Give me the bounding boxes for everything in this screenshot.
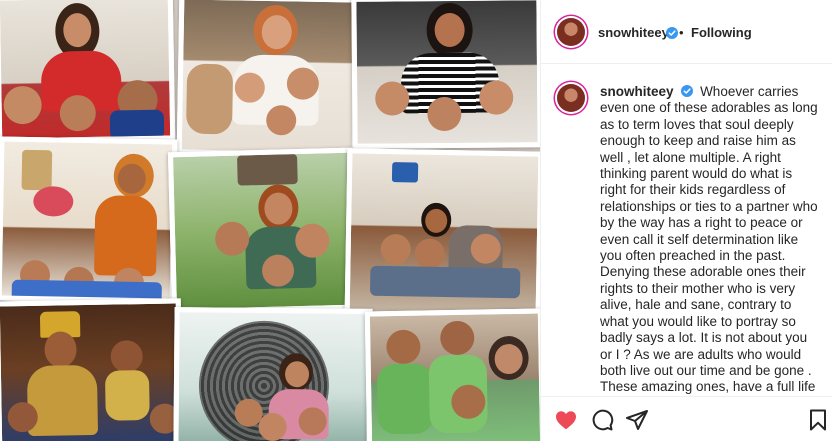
- post-actions-bar: [541, 396, 832, 441]
- comment-icon[interactable]: [590, 408, 614, 432]
- heart-filled-icon[interactable]: [554, 408, 578, 432]
- following-button[interactable]: Following: [691, 25, 752, 40]
- collage-photo-stripes-top: [351, 0, 540, 149]
- collage-photo-bedroom: [344, 148, 540, 320]
- paper-plane-icon[interactable]: [625, 408, 649, 432]
- header-username[interactable]: snowhiteey: [598, 25, 669, 40]
- caption-username[interactable]: snowhiteey: [600, 84, 674, 99]
- caption-avatar[interactable]: [557, 84, 585, 112]
- post-side-panel: snowhiteey • Following snowhiteey Whoeve…: [540, 0, 832, 441]
- caption-body: Whoever carries even one of these adorab…: [600, 84, 818, 395]
- header-separator: •: [679, 25, 684, 40]
- verified-badge-icon: [666, 26, 678, 39]
- collage-photo-costume: [0, 298, 184, 441]
- caption-area: snowhiteey Whoever carries even one of t…: [541, 64, 832, 396]
- collage-photo-garden: [167, 147, 357, 315]
- post-header: snowhiteey • Following: [541, 0, 832, 64]
- collage-photo-white-top: [176, 0, 360, 158]
- post-image-collage[interactable]: [0, 0, 540, 441]
- collage-photo-orange-room: [0, 136, 178, 304]
- collage-photo-red-top: [0, 0, 176, 144]
- collage-photo-green-outfits: [364, 308, 540, 441]
- caption-verified-badge-icon: [681, 85, 694, 97]
- collage-photo-hanging-chair: [173, 307, 373, 441]
- caption-text: snowhiteey Whoever carries even one of t…: [600, 84, 822, 396]
- avatar[interactable]: [557, 18, 585, 46]
- bookmark-icon[interactable]: [806, 408, 830, 432]
